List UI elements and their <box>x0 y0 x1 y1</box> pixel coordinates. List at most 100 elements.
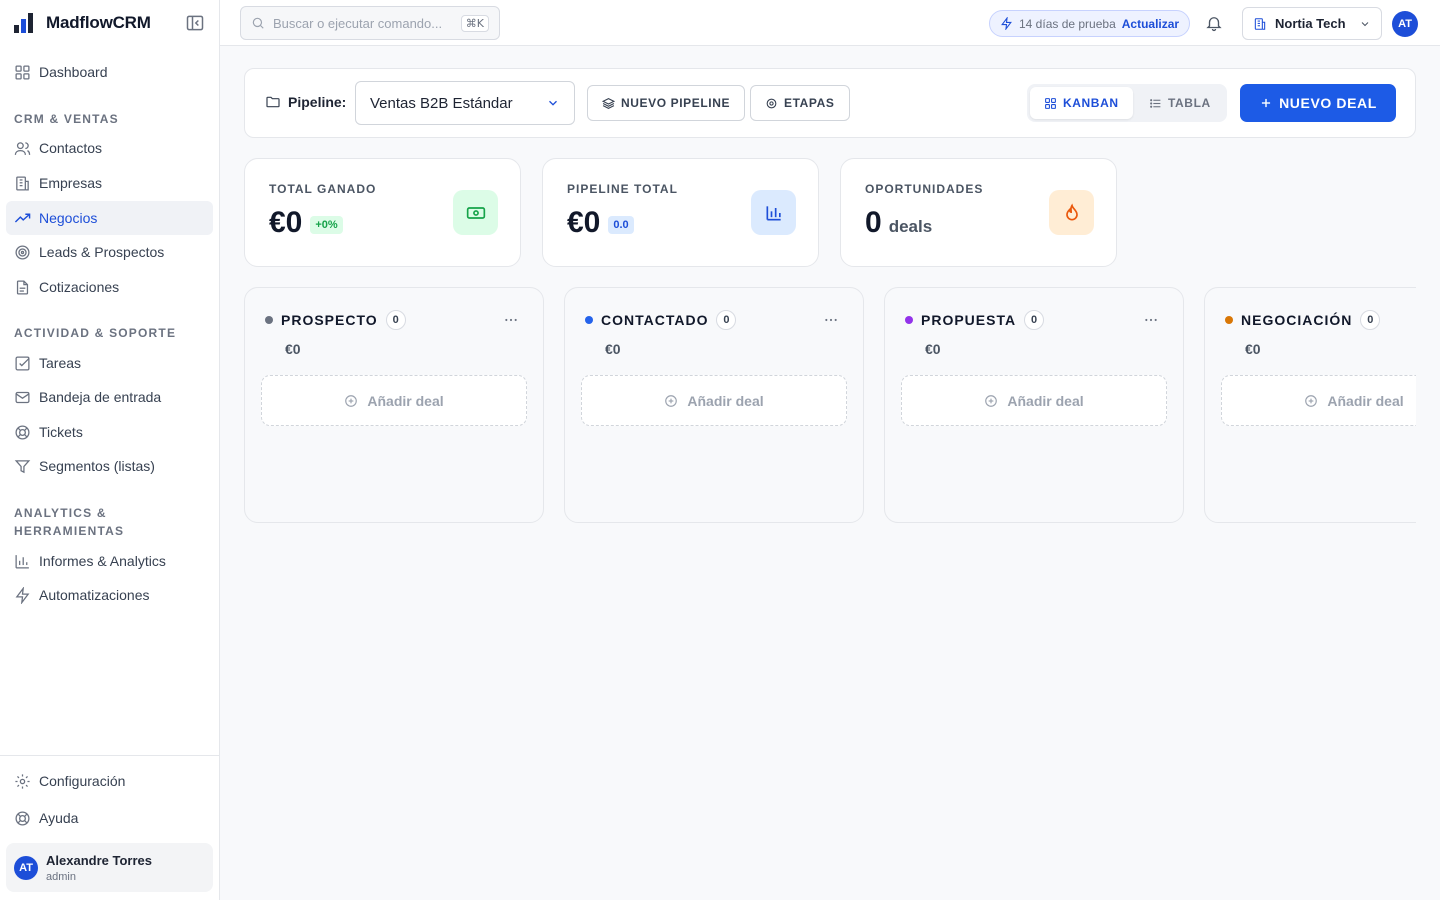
avatar[interactable]: AT <box>1392 11 1418 37</box>
new-deal-button[interactable]: NUEVO DEAL <box>1240 84 1396 122</box>
kpi-value-row: €0 +0% <box>269 206 343 240</box>
sidebar-item-automatizaciones[interactable]: Automatizaciones <box>6 578 213 612</box>
sidebar-item-segmentos[interactable]: Segmentos (listas) <box>6 449 213 483</box>
shortcut-hint: ⌘K <box>460 14 489 32</box>
pipeline-label-text: Pipeline: <box>288 94 347 110</box>
gear-icon <box>765 97 778 110</box>
new-pipeline-label: NUEVO PIPELINE <box>621 96 731 110</box>
list-icon <box>1149 97 1162 110</box>
kanban-column-propuesta: PROPUESTA 0 €0 Añadir deal <box>884 287 1184 523</box>
sidebar-item-ayuda[interactable]: Ayuda <box>6 801 213 835</box>
sidebar-item-contactos[interactable]: Contactos <box>6 131 213 165</box>
sidebar: MadflowCRM Dashboard CRM & VENTAS Contac… <box>0 0 220 900</box>
add-deal-button[interactable]: Añadir deal <box>901 375 1167 426</box>
org-switcher[interactable]: Nortia Tech <box>1242 7 1382 40</box>
column-header: NEGOCIACIÓN 0 <box>1225 310 1381 330</box>
zap-icon <box>14 586 31 604</box>
column-title: NEGOCIACIÓN <box>1241 312 1353 328</box>
sidebar-item-leads[interactable]: Leads & Prospectos <box>6 235 213 269</box>
add-deal-button[interactable]: Añadir deal <box>261 375 527 426</box>
help-icon <box>14 810 31 827</box>
app-name: MadflowCRM <box>46 13 151 32</box>
section-title-analytics: ANALYTICS & HERRAMIENTAS <box>14 506 125 538</box>
sidebar-divider <box>0 755 219 756</box>
bar-chart-icon <box>14 553 31 570</box>
sidebar-item-tareas[interactable]: Tareas <box>6 346 213 380</box>
gear-icon <box>14 773 31 790</box>
topbar: Buscar o ejecutar comando... ⌘K 14 días … <box>220 0 1440 46</box>
sidebar-collapse-icon[interactable] <box>185 13 205 33</box>
sidebar-item-configuracion[interactable]: Configuración <box>6 764 213 798</box>
zap-icon <box>1000 17 1013 30</box>
kpi-value: 0 <box>865 206 882 239</box>
column-header: PROPUESTA 0 <box>905 310 1045 330</box>
user-role: admin <box>46 870 76 883</box>
plus-circle-icon <box>984 394 998 408</box>
column-amount: €0 <box>285 341 301 357</box>
layers-icon <box>602 97 615 110</box>
kpi-card-oportunidades: OPORTUNIDADES 0 deals <box>840 158 1117 267</box>
plus-icon <box>1259 96 1273 110</box>
logo-row: MadflowCRM <box>0 0 219 46</box>
new-deal-label: NUEVO DEAL <box>1279 95 1377 111</box>
column-title: PROPUESTA <box>921 312 1017 328</box>
sidebar-item-label: Informes & Analytics <box>39 553 166 569</box>
search-placeholder: Buscar o ejecutar comando... <box>273 15 443 31</box>
column-amount: €0 <box>605 341 621 357</box>
stages-label: ETAPAS <box>784 96 835 110</box>
trial-text: 14 días de prueba <box>1019 16 1116 31</box>
sidebar-item-label: Configuración <box>39 773 126 789</box>
mail-icon <box>14 389 31 406</box>
kpi-badge: 0.0 <box>608 216 634 234</box>
kpi-card-total-ganado: TOTAL GANADO €0 +0% <box>244 158 521 267</box>
target-icon <box>14 244 31 261</box>
more-icon[interactable] <box>503 312 519 328</box>
add-deal-label: Añadir deal <box>367 392 444 409</box>
sidebar-item-tickets[interactable]: Tickets <box>6 415 213 449</box>
sidebar-item-informes[interactable]: Informes & Analytics <box>6 544 213 578</box>
sidebar-item-negocios[interactable]: Negocios <box>6 201 213 235</box>
kpi-title: OPORTUNIDADES <box>865 182 984 196</box>
add-deal-button[interactable]: Añadir deal <box>1221 375 1416 426</box>
new-pipeline-button[interactable]: NUEVO PIPELINE <box>587 85 746 121</box>
upgrade-link[interactable]: Actualizar <box>1122 17 1179 31</box>
pipeline-select-value: Ventas B2B Estándar <box>370 94 513 112</box>
logo-icon <box>14 13 34 33</box>
add-deal-label: Añadir deal <box>687 392 764 409</box>
stages-button[interactable]: ETAPAS <box>750 85 850 121</box>
view-table-button[interactable]: TABLA <box>1135 87 1225 119</box>
view-kanban-button[interactable]: KANBAN <box>1030 87 1133 119</box>
sidebar-item-cotizaciones[interactable]: Cotizaciones <box>6 270 213 304</box>
more-icon[interactable] <box>823 312 839 328</box>
column-count: 0 <box>1024 310 1045 330</box>
user-card[interactable]: AT Alexandre Torres admin <box>6 843 213 892</box>
status-dot <box>1225 316 1233 324</box>
sidebar-item-label: Empresas <box>39 175 103 191</box>
sidebar-item-dashboard[interactable]: Dashboard <box>6 55 213 89</box>
trial-badge[interactable]: 14 días de prueba Actualizar <box>989 10 1191 37</box>
sidebar-item-label: Ayuda <box>39 810 79 826</box>
kanban-board: PROSPECTO 0 €0 Añadir deal CONTACTADO 0 … <box>244 287 1416 527</box>
column-header: CONTACTADO 0 <box>585 310 737 330</box>
add-deal-button[interactable]: Añadir deal <box>581 375 847 426</box>
search-input[interactable]: Buscar o ejecutar comando... ⌘K <box>240 6 500 40</box>
sidebar-item-label: Tareas <box>39 355 82 371</box>
column-title: CONTACTADO <box>601 312 709 328</box>
kpi-unit: deals <box>888 217 933 236</box>
grid-icon <box>1044 97 1057 110</box>
section-title-crm: CRM & VENTAS <box>14 112 119 126</box>
bell-icon[interactable] <box>1205 14 1223 32</box>
kanban-column-prospecto: PROSPECTO 0 €0 Añadir deal <box>244 287 544 523</box>
user-name: Alexandre Torres <box>46 852 152 868</box>
column-amount: €0 <box>925 341 941 357</box>
sidebar-item-label: Cotizaciones <box>39 279 120 295</box>
more-icon[interactable] <box>1143 312 1159 328</box>
sidebar-item-empresas[interactable]: Empresas <box>6 166 213 200</box>
kpi-badge: +0% <box>310 216 343 234</box>
bar-chart-icon <box>751 190 796 235</box>
users-icon <box>14 140 31 157</box>
pipeline-select[interactable]: Ventas B2B Estándar <box>355 81 575 125</box>
sidebar-item-bandeja[interactable]: Bandeja de entrada <box>6 380 213 414</box>
add-deal-label: Añadir deal <box>1327 392 1404 409</box>
lifebuoy-icon <box>14 424 31 441</box>
